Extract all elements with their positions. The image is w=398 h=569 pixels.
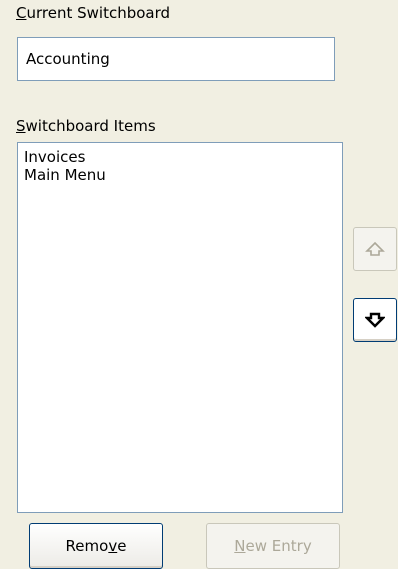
current-switchboard-value: Accounting [26,50,110,68]
current-switchboard-field[interactable]: Accounting [17,37,335,81]
move-up-button[interactable] [353,227,397,271]
switchboard-items-list[interactable]: Invoices Main Menu [17,142,343,513]
list-item[interactable]: Main Menu [24,166,336,184]
new-entry-button[interactable]: New Entry [206,523,340,569]
remove-button-text-a: Remo [65,537,109,555]
move-down-button[interactable] [353,298,397,342]
new-entry-button-text: ew Entry [245,537,312,555]
remove-button-hotkey: v [108,537,118,555]
list-item[interactable]: Invoices [24,148,336,166]
current-switchboard-hotkey: C [16,4,27,22]
remove-button-text-b: e [117,537,127,555]
remove-button[interactable]: Remo v e [29,523,163,569]
switchboard-items-label-text: witchboard Items [25,117,156,135]
current-switchboard-label: Current Switchboard [16,4,170,22]
switchboard-items-hotkey: S [16,117,26,135]
down-arrow-icon [365,312,385,328]
new-entry-button-hotkey: N [234,537,246,555]
up-arrow-icon [365,241,385,256]
switchboard-items-label: Switchboard Items [16,117,156,135]
current-switchboard-label-text: urrent Switchboard [26,4,171,22]
